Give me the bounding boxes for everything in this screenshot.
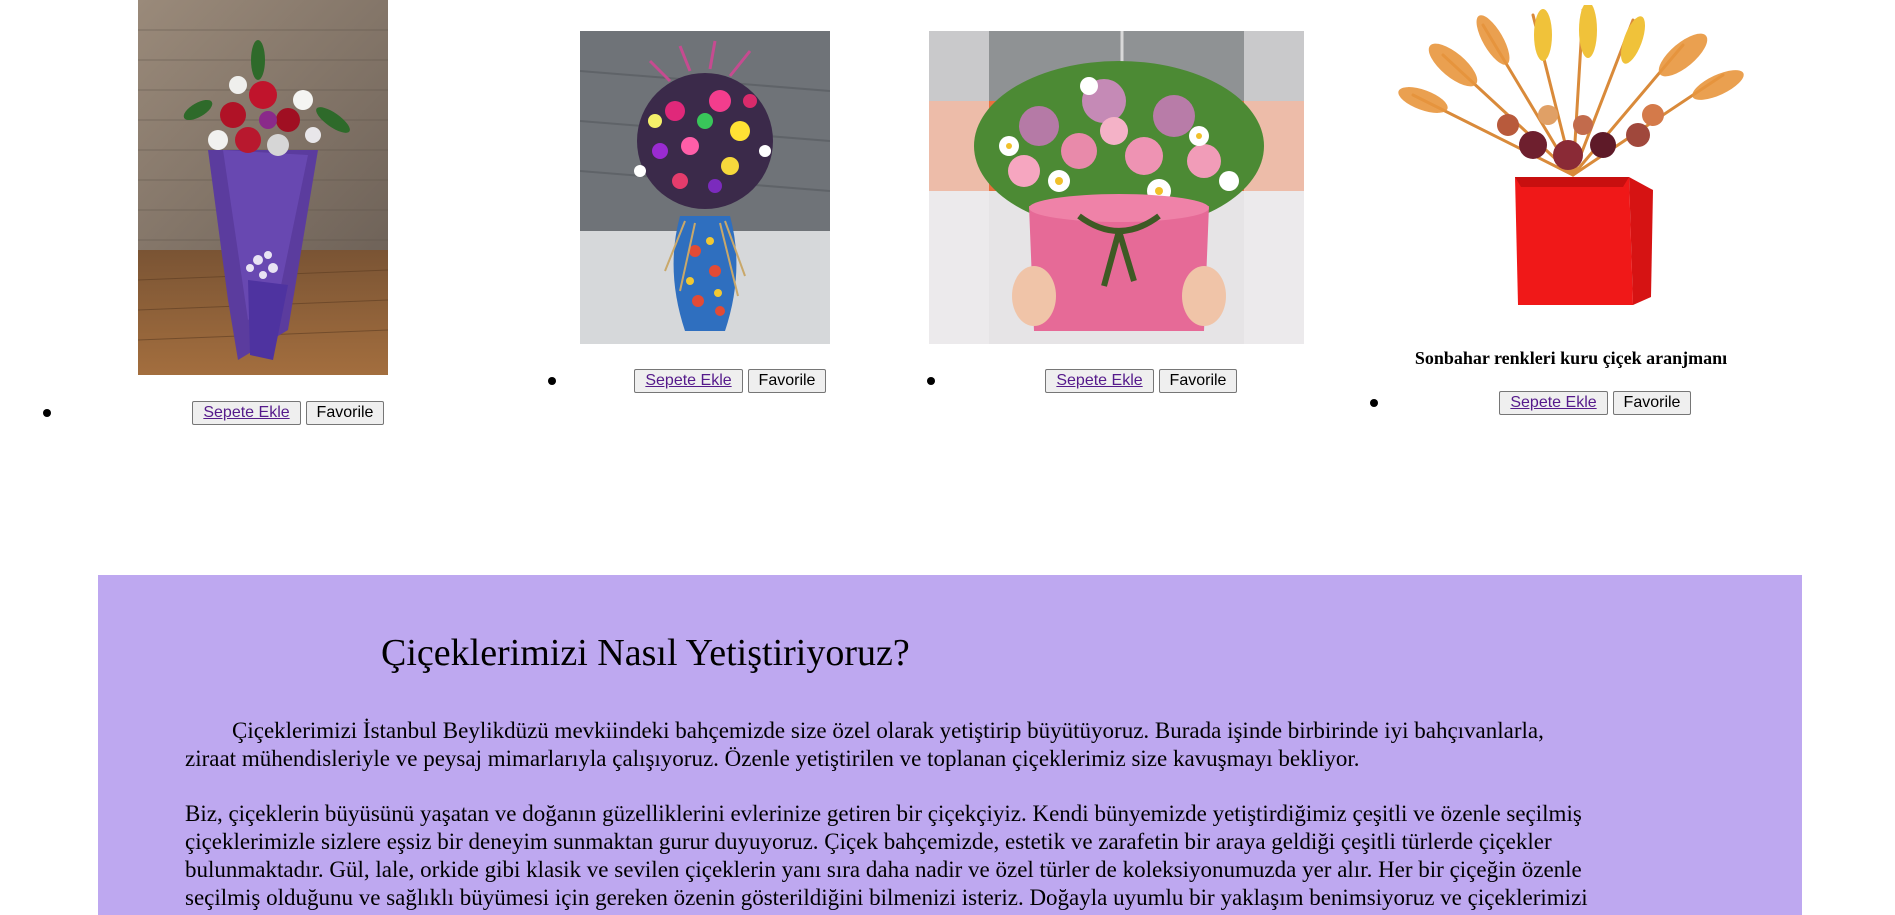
add-to-cart-button[interactable]: Sepete Ekle [1499,391,1608,415]
product-image[interactable] [580,31,830,344]
favorite-button[interactable]: Favorile [748,369,826,393]
paragraph-line: çiçeklerimizle sizlere eşsiz bir deneyim… [185,829,1552,854]
list-bullet [548,377,556,385]
paragraph-line: Biz, çiçeklerin büyüsünü yaşatan ve doğa… [185,801,1582,826]
about-section: Çiçeklerimizi Nasıl Yetiştiriyoruz? Çiçe… [98,575,1802,915]
favorite-button[interactable]: Favorile [306,401,384,425]
add-to-cart-button[interactable]: Sepete Ekle [1045,369,1154,393]
list-bullet [927,377,935,385]
paragraph-text: Çiçeklerimizi İstanbul Beylikdüzü mevkii… [232,718,1544,743]
add-to-cart-button[interactable]: Sepete Ekle [634,369,743,393]
product-image[interactable] [138,0,388,375]
product-list: Sepete Ekle Favorile Sepete Ekle Favoril… [0,0,1895,520]
about-paragraph: Biz, çiçeklerin büyüsünü yaşatan ve doğa… [185,800,1802,912]
product-image[interactable] [1383,5,1758,335]
paragraph-line: bulunmaktadır. Gül, lale, orkide gibi kl… [185,857,1582,882]
product-image[interactable] [929,31,1304,344]
product-title: Sonbahar renkleri kuru çiçek aranjmanı [1414,348,1728,368]
about-title: Çiçeklerimizi Nasıl Yetiştiriyoruz? [381,632,910,674]
favorite-button[interactable]: Favorile [1159,369,1237,393]
paragraph-line: ziraat mühendisleriyle ve peysaj mimarla… [185,746,1360,771]
favorite-button[interactable]: Favorile [1613,391,1691,415]
list-bullet [43,409,51,417]
list-bullet [1370,399,1378,407]
paragraph-line: Çiçeklerimizi İstanbul Beylikdüzü mevkii… [185,717,1802,745]
add-to-cart-button[interactable]: Sepete Ekle [192,401,301,425]
paragraph-line: seçilmiş olduğunu ve sağlıklı büyümesi i… [185,885,1588,910]
about-paragraph: Çiçeklerimizi İstanbul Beylikdüzü mevkii… [185,717,1802,773]
